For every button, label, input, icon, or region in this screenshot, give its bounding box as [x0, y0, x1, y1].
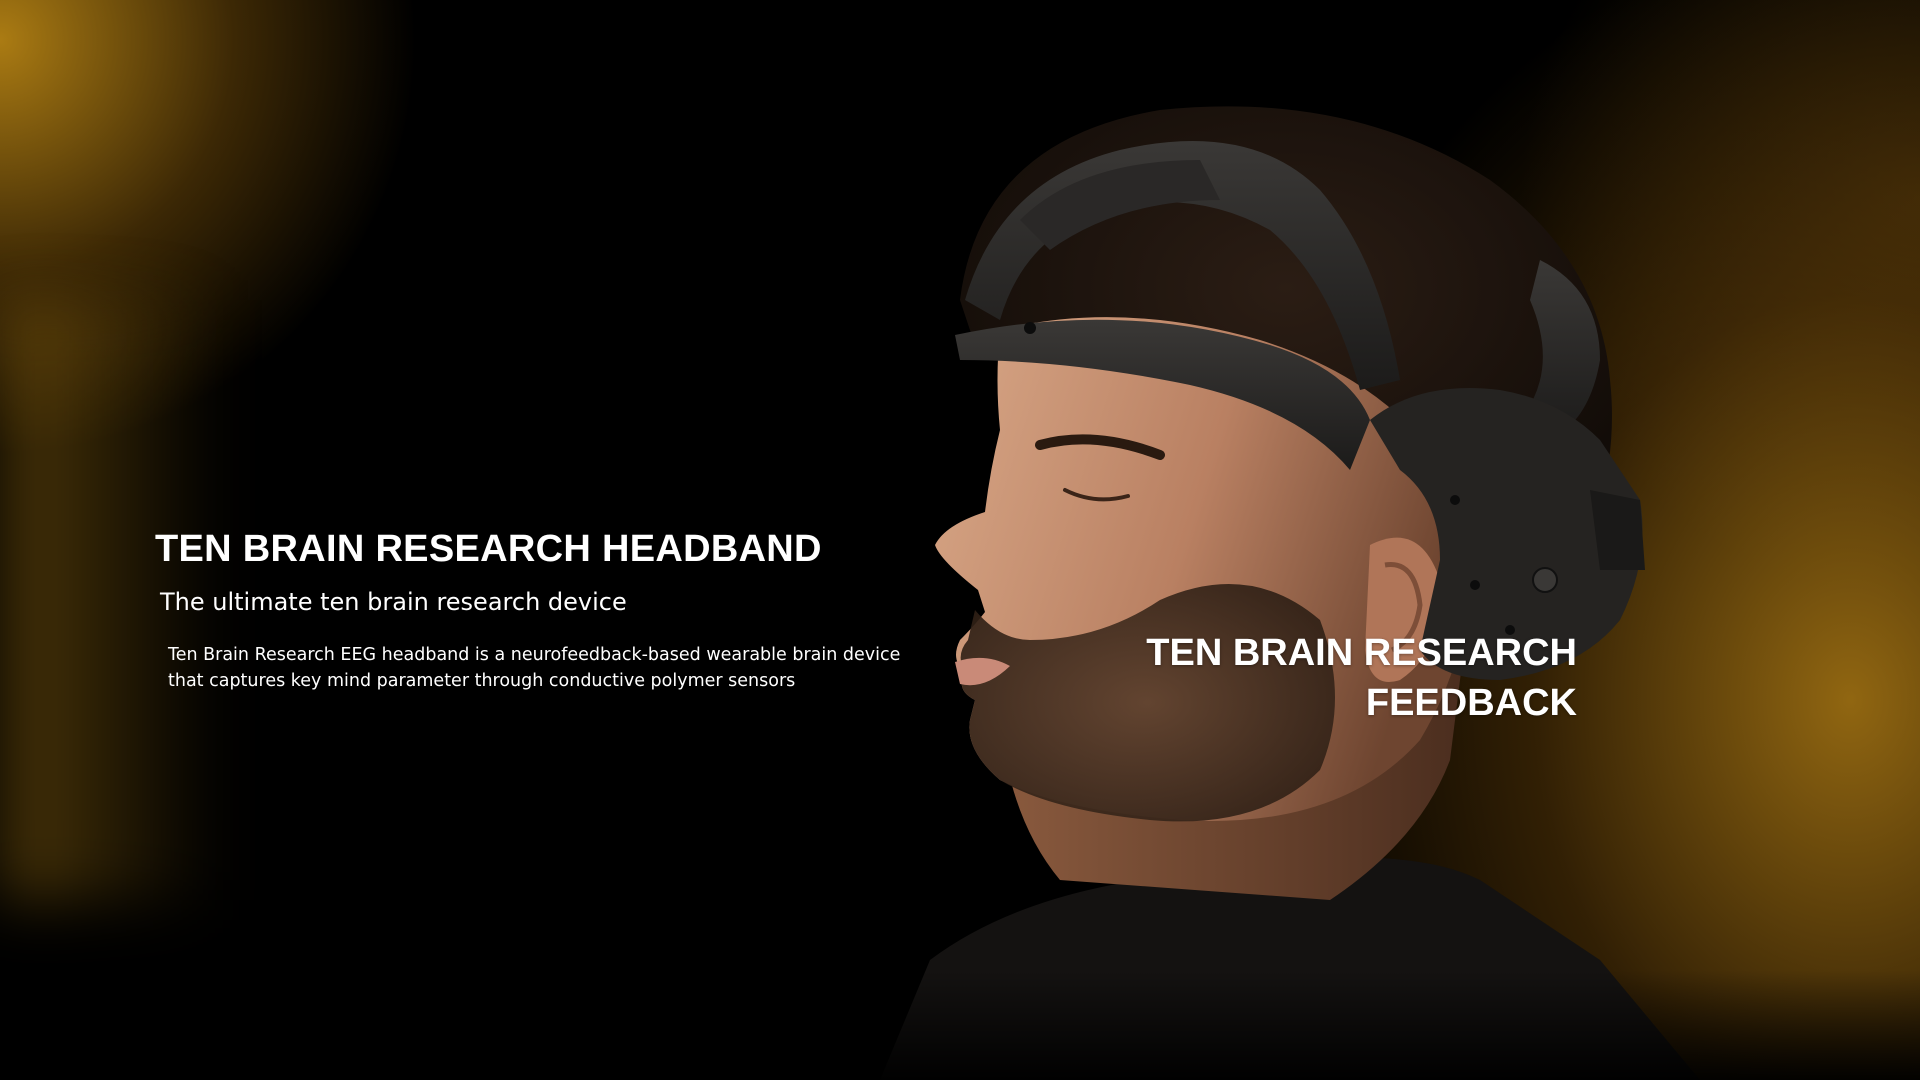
bottom-fade	[0, 970, 1920, 1080]
overlay-title-line: FEEDBACK	[1365, 682, 1577, 724]
overlay-title: TEN BRAIN RESEARCH FEEDBACK	[1146, 628, 1577, 728]
overlay-title-line: TEN BRAIN RESEARCH	[1146, 632, 1577, 674]
hero-headline: TEN BRAIN RESEARCH HEADBAND	[155, 528, 822, 570]
hero-slide: TEN BRAIN RESEARCH HEADBAND The ultimate…	[0, 0, 1920, 1080]
hero-description: Ten Brain Research EEG headband is a neu…	[168, 642, 928, 694]
hero-subtitle: The ultimate ten brain research device	[160, 588, 627, 616]
description-line: that captures key mind parameter through…	[168, 671, 796, 691]
description-line: Ten Brain Research EEG headband is a neu…	[168, 645, 901, 665]
